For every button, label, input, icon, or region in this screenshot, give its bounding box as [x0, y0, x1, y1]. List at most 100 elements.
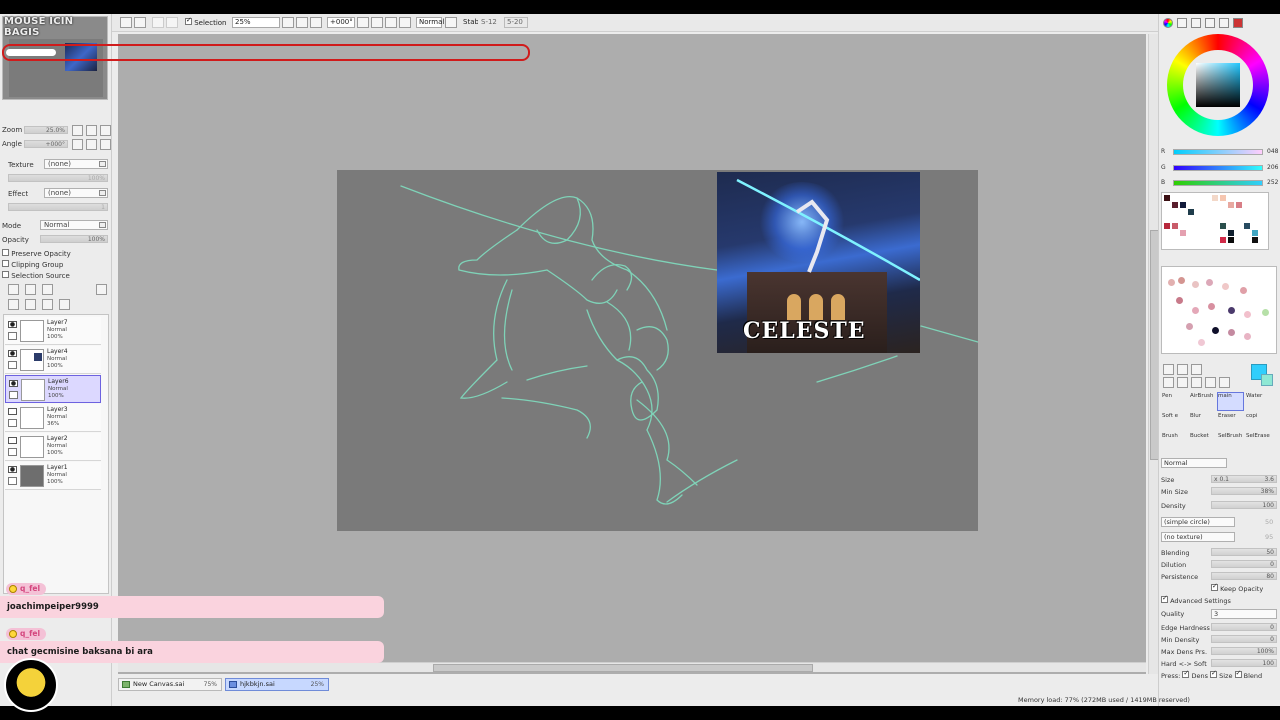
- tool-brush[interactable]: Brush: [1161, 432, 1188, 451]
- rotate-left-icon[interactable]: [357, 17, 369, 28]
- brush-texture-dropdown[interactable]: (no texture): [1161, 532, 1235, 542]
- rgb-slider-toggle-icon[interactable]: [1177, 18, 1187, 28]
- r-slider[interactable]: [1173, 149, 1263, 155]
- tool-soft-eraser[interactable]: Soft e: [1161, 412, 1188, 431]
- selection-checkbox[interactable]: [185, 16, 192, 25]
- reference-image[interactable]: CELESTE: [717, 172, 920, 353]
- color-swatches[interactable]: [1161, 192, 1269, 250]
- dilution-slider[interactable]: 0: [1211, 560, 1277, 568]
- angle-slider[interactable]: +000°: [24, 140, 68, 148]
- palette-dot[interactable]: [1192, 281, 1199, 288]
- selection-source-checkbox[interactable]: [2, 271, 9, 278]
- hard-soft-slider[interactable]: 100: [1211, 659, 1277, 667]
- layer-item[interactable]: ● Layer1 Normal 100%: [5, 462, 101, 490]
- effect-dropdown[interactable]: (none): [44, 188, 108, 198]
- lasso-tool-icon[interactable]: [1177, 364, 1188, 375]
- scratchpad-palette[interactable]: [1161, 266, 1277, 354]
- advanced-settings-checkbox[interactable]: [1161, 594, 1168, 603]
- effect-width-slider[interactable]: 1: [8, 203, 108, 211]
- user-palette-toggle-icon[interactable]: [1233, 18, 1243, 28]
- color-wheel-toggle-icon[interactable]: [1163, 18, 1173, 28]
- canvas-workspace[interactable]: CELESTE: [118, 34, 1160, 674]
- redo-icon[interactable]: [134, 17, 146, 28]
- move-tool-icon[interactable]: [1163, 377, 1174, 388]
- size-slider[interactable]: x 0.1 3.6: [1211, 475, 1277, 483]
- visibility-icon[interactable]: ●: [8, 350, 17, 357]
- max-dens-prs-slider[interactable]: 100%: [1211, 647, 1277, 655]
- palette-dot[interactable]: [1178, 277, 1185, 284]
- lock-icon[interactable]: [8, 419, 17, 427]
- rotate-reset-icon[interactable]: [385, 17, 397, 28]
- scratchpad-toggle-icon[interactable]: [1219, 18, 1229, 28]
- magic-wand-icon[interactable]: [1191, 364, 1202, 375]
- eyedropper-icon[interactable]: [1219, 377, 1230, 388]
- drawing-canvas[interactable]: CELESTE: [337, 170, 978, 531]
- horizontal-scroll-thumb[interactable]: [433, 664, 813, 672]
- palette-dot[interactable]: [1212, 327, 1219, 334]
- visibility-icon[interactable]: ●: [8, 321, 17, 328]
- visibility-icon[interactable]: ●: [8, 466, 17, 473]
- brush-shape-dropdown[interactable]: (simple circle): [1161, 517, 1235, 527]
- tool-selerase[interactable]: SelErase: [1245, 432, 1272, 451]
- density-slider[interactable]: 100: [1211, 501, 1277, 509]
- press-dens-checkbox[interactable]: [1182, 669, 1190, 678]
- palette-dot[interactable]: [1198, 339, 1205, 346]
- preserve-opacity-checkbox[interactable]: [2, 249, 9, 256]
- layer-options-icon[interactable]: [96, 284, 107, 295]
- stabilizer-icon[interactable]: [445, 17, 457, 28]
- zoom-reset-button[interactable]: [100, 125, 111, 136]
- visibility-icon[interactable]: [8, 408, 17, 415]
- swatches-toggle-icon[interactable]: [1205, 18, 1215, 28]
- new-linework-layer-icon[interactable]: [25, 284, 36, 295]
- transfer-down-icon[interactable]: [8, 299, 19, 310]
- rotate-right-icon[interactable]: [371, 17, 383, 28]
- tool-pen[interactable]: Pen: [1161, 392, 1188, 411]
- tool-bucket[interactable]: Bucket: [1189, 432, 1216, 451]
- press-blend-checkbox[interactable]: [1234, 669, 1242, 678]
- lock-icon[interactable]: [8, 332, 17, 340]
- tool-selbrush[interactable]: SelBrush: [1217, 432, 1244, 451]
- zoom-in-icon[interactable]: [296, 17, 308, 28]
- advanced-settings-row[interactable]: Advanced Settings: [1161, 594, 1231, 605]
- saturation-value-square[interactable]: [1196, 63, 1240, 107]
- clipping-group-row[interactable]: Clipping Group: [2, 260, 63, 269]
- horizontal-scrollbar[interactable]: [118, 662, 1146, 672]
- document-tab[interactable]: New Canvas.sai 75%: [118, 678, 222, 691]
- edge-hardness-slider[interactable]: 0: [1211, 623, 1277, 631]
- texture-dropdown[interactable]: (none): [44, 159, 108, 169]
- keep-opacity-checkbox[interactable]: [1211, 582, 1218, 591]
- layer-item[interactable]: ● Layer4 Normal 100%: [5, 346, 101, 374]
- secondary-color-swatch[interactable]: [1261, 374, 1273, 386]
- persistence-slider[interactable]: 80: [1211, 572, 1277, 580]
- tool-blur[interactable]: Blur: [1189, 412, 1216, 431]
- zoom-in-button[interactable]: [86, 125, 97, 136]
- blending-slider[interactable]: 50: [1211, 548, 1277, 556]
- color-wheel[interactable]: [1167, 34, 1269, 136]
- zoom-tool-icon[interactable]: [1177, 377, 1188, 388]
- lock-icon[interactable]: [8, 361, 17, 369]
- visibility-icon[interactable]: ●: [9, 380, 18, 387]
- palette-dot[interactable]: [1240, 287, 1247, 294]
- stabilizer-dropdown[interactable]: S-12: [478, 17, 502, 28]
- zoom-dropdown[interactable]: 25%: [232, 17, 280, 28]
- layer-item-selected[interactable]: ● Layer6 Normal 100%: [5, 375, 101, 403]
- tool-copi[interactable]: copi: [1245, 412, 1272, 431]
- tool-main[interactable]: main: [1217, 392, 1244, 411]
- b-slider[interactable]: [1173, 180, 1263, 186]
- preserve-opacity-row[interactable]: Preserve Opacity: [2, 249, 71, 258]
- clear-layer-icon[interactable]: [42, 299, 53, 310]
- tool-airbrush[interactable]: AirBrush: [1189, 392, 1216, 411]
- merge-down-icon[interactable]: [25, 299, 36, 310]
- view-mode-dropdown[interactable]: Normal: [416, 17, 444, 28]
- pen-icon[interactable]: [9, 391, 18, 399]
- quality-dropdown[interactable]: 3: [1211, 609, 1277, 619]
- keep-opacity-row[interactable]: Keep Opacity: [1211, 582, 1263, 593]
- layer-item[interactable]: ● Layer7 Normal 100%: [5, 317, 101, 345]
- undo-icon[interactable]: [120, 17, 132, 28]
- clipping-group-checkbox[interactable]: [2, 260, 9, 267]
- g-slider[interactable]: [1173, 165, 1263, 171]
- select-tool-icon[interactable]: [1163, 364, 1174, 375]
- rotate-right-button[interactable]: [86, 139, 97, 150]
- palette-dot[interactable]: [1208, 303, 1215, 310]
- rotate-left-button[interactable]: [72, 139, 83, 150]
